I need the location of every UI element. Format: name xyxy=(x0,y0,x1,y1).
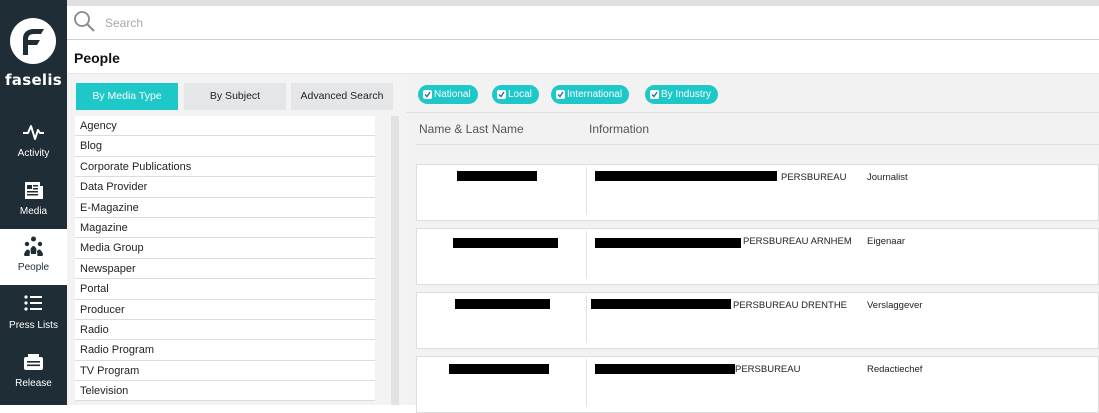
nav-label: Media xyxy=(19,206,48,217)
redacted-information xyxy=(595,171,777,181)
nav-media[interactable]: Media xyxy=(0,173,67,229)
list-item[interactable]: Portal xyxy=(75,279,375,300)
column-header-information[interactable]: Information xyxy=(589,122,649,136)
checkbox-checked-icon[interactable] xyxy=(497,90,506,99)
redacted-name xyxy=(457,171,537,181)
filter-label: National xyxy=(434,89,471,100)
role: Journalist xyxy=(867,172,908,183)
list-item[interactable]: Radio Program xyxy=(75,340,375,361)
page-title: People xyxy=(74,50,120,66)
newspaper-icon xyxy=(25,182,43,199)
organization: PERSBUREAU xyxy=(781,172,847,183)
nav-release[interactable]: Release xyxy=(0,345,67,401)
divider xyxy=(586,295,587,343)
table-row[interactable]: PERSBUREAU ARNHEM Eigenaar xyxy=(416,228,1099,285)
role: Redactiechef xyxy=(867,364,923,375)
checkbox-checked-icon[interactable] xyxy=(650,90,659,99)
list-item[interactable]: Media Group xyxy=(75,238,375,259)
role: Eigenaar xyxy=(867,236,906,247)
search-input[interactable] xyxy=(105,14,505,32)
checkbox-checked-icon[interactable] xyxy=(423,90,432,99)
list-item[interactable]: Data Provider xyxy=(75,177,375,198)
list-item[interactable]: Corporate Publications xyxy=(75,156,375,178)
faselis-logo[interactable]: faselis xyxy=(0,10,67,98)
nav-label: Activity xyxy=(17,148,50,159)
filter-international[interactable]: International xyxy=(551,85,630,104)
organization: PERSBUREAU DRENTHE xyxy=(733,300,848,311)
redacted-name xyxy=(455,299,550,309)
nav-people[interactable]: People xyxy=(0,229,67,285)
divider xyxy=(416,144,1099,145)
list-item[interactable]: Agency xyxy=(75,116,375,137)
redacted-information xyxy=(595,238,741,248)
nav-label: People xyxy=(17,262,50,273)
filter-label: Local xyxy=(508,89,532,100)
filter-national[interactable]: National xyxy=(418,85,478,104)
divider xyxy=(586,167,587,215)
table-row[interactable]: PERSBUREAU DRENTHE Verslaggever xyxy=(416,292,1099,349)
sidebar: faselis Activity Media People Press List… xyxy=(0,0,67,405)
app-name: faselis xyxy=(4,71,63,89)
column-header-name[interactable]: Name & Last Name xyxy=(419,122,524,136)
list-item[interactable]: Television xyxy=(75,381,375,402)
nav-label: Press Lists xyxy=(9,320,58,331)
table-row[interactable]: PERSBUREAU Redactiechef xyxy=(416,356,1099,413)
list-icon xyxy=(24,295,42,311)
checkbox-checked-icon[interactable] xyxy=(556,90,565,99)
filter-by-industry[interactable]: By Industry xyxy=(645,85,719,104)
logo-mark xyxy=(10,18,56,64)
list-item[interactable]: E-Magazine xyxy=(75,197,375,218)
nav-activity[interactable]: Activity xyxy=(0,115,67,171)
people-icon xyxy=(24,236,43,256)
divider xyxy=(586,359,587,407)
activity-icon xyxy=(23,125,44,140)
list-item[interactable]: TV Program xyxy=(75,360,375,382)
tab-by-subject[interactable]: By Subject xyxy=(184,83,286,110)
list-item[interactable]: Radio xyxy=(75,319,375,341)
list-item[interactable]: Producer xyxy=(75,299,375,320)
nav-label: Release xyxy=(15,378,52,389)
list-item[interactable]: Newspaper xyxy=(75,258,375,280)
redacted-information xyxy=(591,299,731,309)
table-row[interactable]: PERSBUREAU Journalist xyxy=(416,164,1099,221)
nav-press-lists[interactable]: Press Lists xyxy=(0,287,67,343)
organization: PERSBUREAU ARNHEM xyxy=(743,236,852,247)
media-type-list: Agency Blog Corporate Publications Data … xyxy=(75,116,375,402)
redacted-name xyxy=(449,364,549,374)
search-bar xyxy=(67,0,1099,40)
redacted-name xyxy=(453,238,558,248)
organization: PERSBUREAU xyxy=(735,364,801,375)
divider xyxy=(406,112,1099,113)
tab-by-media-type[interactable]: By Media Type xyxy=(76,83,178,110)
release-icon xyxy=(24,354,43,370)
redacted-information xyxy=(595,364,735,374)
filter-label: By Industry xyxy=(661,89,712,100)
tab-advanced-search[interactable]: Advanced Search xyxy=(291,83,393,110)
list-item[interactable]: Blog xyxy=(75,136,375,157)
filter-local[interactable]: Local xyxy=(492,85,539,104)
list-item[interactable]: Magazine xyxy=(75,217,375,239)
role: Verslaggever xyxy=(867,300,923,311)
search-icon[interactable] xyxy=(72,9,96,33)
divider xyxy=(586,231,587,279)
list-scrollbar[interactable] xyxy=(391,116,399,405)
filter-label: International xyxy=(567,89,623,100)
